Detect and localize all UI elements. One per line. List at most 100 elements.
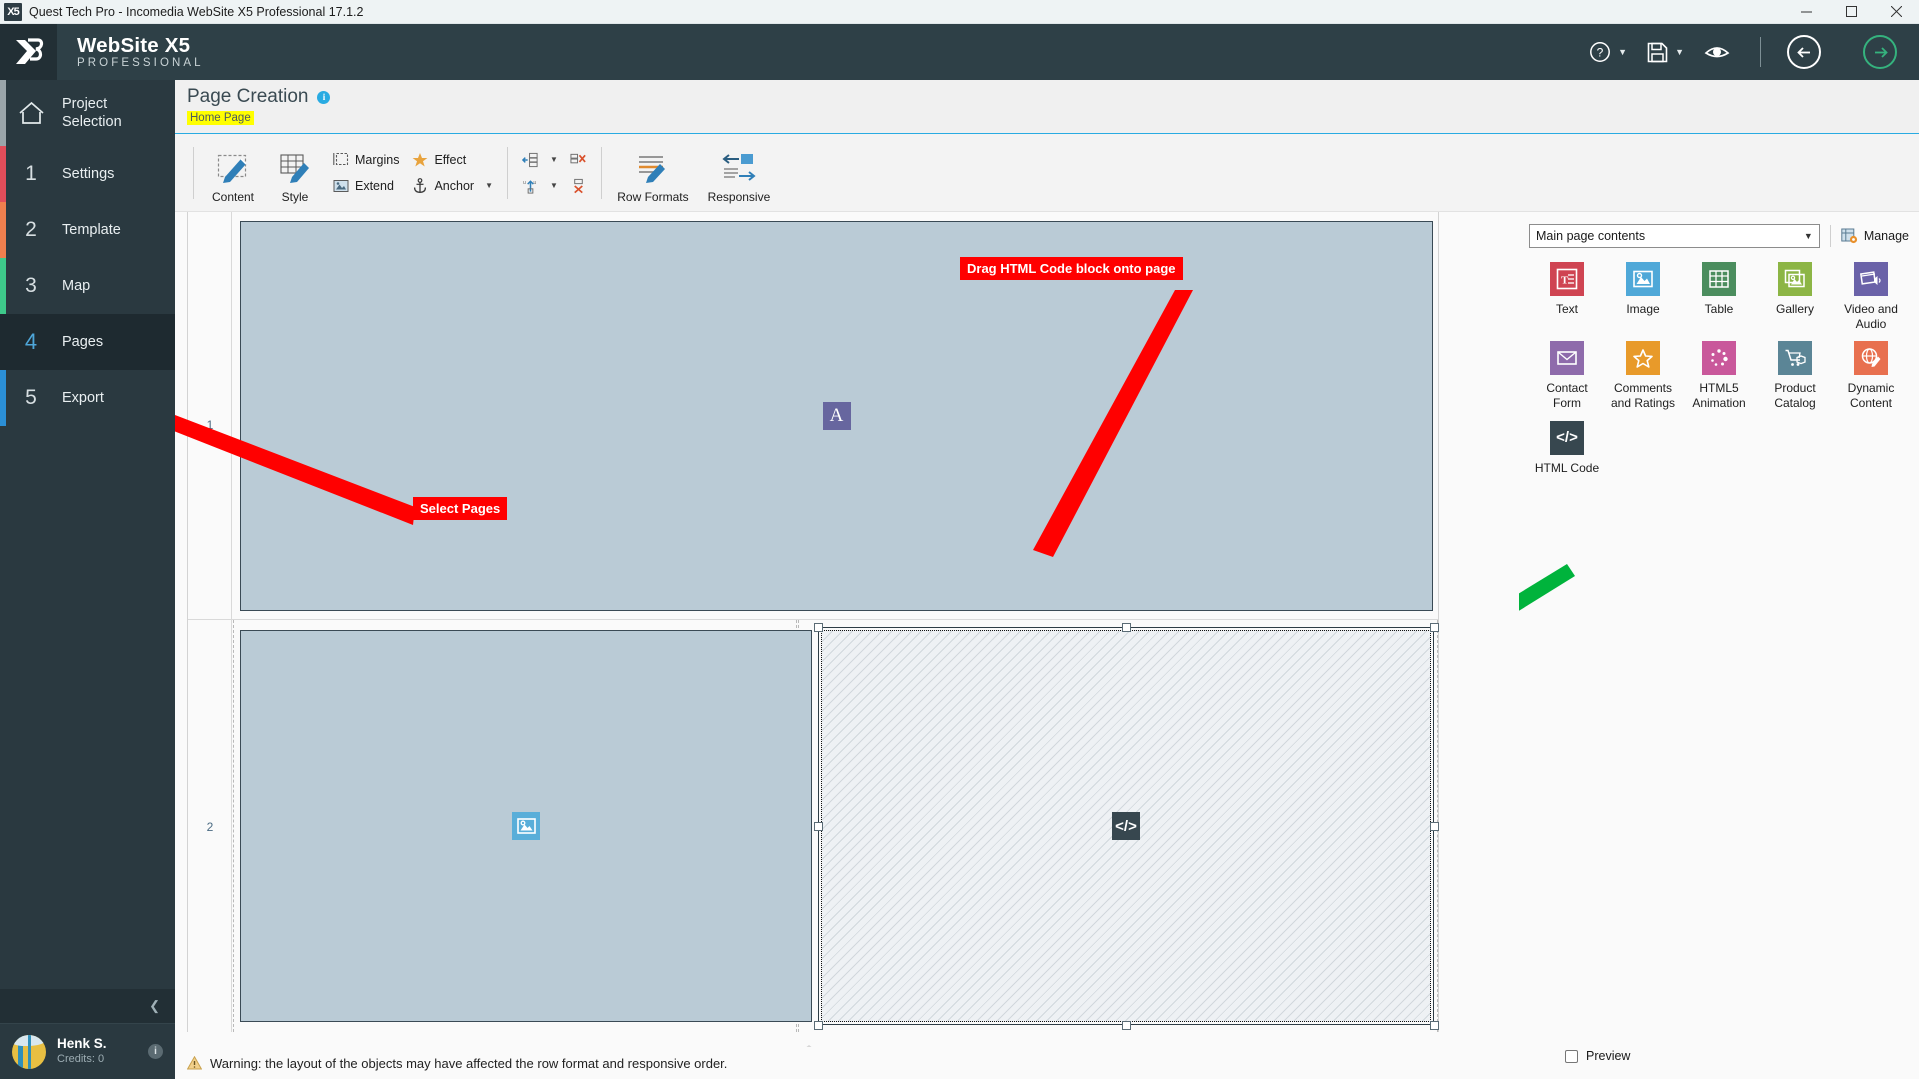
panel-divider	[1829, 225, 1831, 247]
html-marker: </>	[1112, 812, 1140, 840]
row-formats-button[interactable]: Row Formats	[610, 140, 696, 206]
effect-button[interactable]: Effect	[405, 148, 499, 171]
insert-cell-button[interactable]: ▼	[516, 148, 564, 171]
contents-panel-header: Main page contents ▼ Manage	[1529, 224, 1909, 248]
content-widgets-grid: T Text Image Table Gallery Video and Aud…	[1529, 262, 1909, 475]
star-icon	[1626, 341, 1660, 376]
resize-handle-bc[interactable]	[1122, 1021, 1131, 1030]
resize-handle-mr[interactable]	[1430, 822, 1439, 831]
cell-image-row2[interactable]	[240, 630, 812, 1022]
insert-row-button[interactable]: u u ▼	[516, 174, 564, 197]
info-icon[interactable]: i	[148, 1044, 163, 1059]
save-button[interactable]: ▼	[1637, 42, 1694, 63]
resize-handle-bl[interactable]	[814, 1021, 823, 1030]
cell-html-row2[interactable]: </>	[821, 630, 1431, 1022]
widget-video-audio[interactable]: Video and Audio	[1833, 262, 1909, 331]
row-number-2: 2	[206, 820, 214, 834]
back-arrow-icon	[1796, 46, 1810, 58]
save-icon	[1647, 42, 1668, 62]
widget-product-catalog[interactable]: Product Catalog	[1757, 341, 1833, 410]
widget-html-code[interactable]: </> HTML Code	[1529, 420, 1605, 476]
sidebar-item-map[interactable]: 3 Map	[0, 258, 175, 314]
sidebar-item-settings[interactable]: 1 Settings	[0, 146, 175, 202]
responsive-label: Responsive	[707, 189, 771, 204]
chevron-down-icon[interactable]: ▼	[550, 155, 558, 164]
user-account-bar[interactable]: Henk S. Credits: 0 i	[0, 1023, 175, 1079]
delete-row-button[interactable]	[564, 174, 593, 197]
widget-label: HTML Code	[1534, 460, 1600, 475]
delete-row-icon	[570, 177, 587, 194]
sidebar-item-export[interactable]: 5 Export	[0, 370, 175, 426]
page-canvas: 1 2 A </> Select Pages Drag HTML Code bl…	[175, 212, 1519, 1079]
extend-icon	[332, 177, 349, 194]
sidebar-item-pages[interactable]: 4 Pages	[0, 314, 175, 370]
widget-dynamic-content[interactable]: Dynamic Content	[1833, 341, 1909, 410]
next-arrow-icon	[1874, 46, 1888, 58]
effect-label: Effect	[434, 152, 467, 167]
next-button[interactable]	[1863, 35, 1897, 69]
cell-text-row1[interactable]: A	[240, 221, 1433, 611]
delete-cell-button[interactable]	[564, 148, 593, 171]
resize-handle-tl[interactable]	[814, 623, 823, 632]
widget-gallery[interactable]: Gallery	[1757, 262, 1833, 331]
main-area: Page Creation i Home Page Content Style …	[175, 80, 1919, 1079]
back-button[interactable]	[1787, 35, 1821, 69]
widget-image[interactable]: Image	[1605, 262, 1681, 331]
preview-button[interactable]	[1694, 42, 1740, 62]
user-meta: Henk S. Credits: 0	[57, 1036, 107, 1067]
widget-table[interactable]: Table	[1681, 262, 1757, 331]
accent-bar	[0, 258, 6, 314]
chevron-down-icon[interactable]: ▼	[550, 181, 558, 190]
extend-label: Extend	[355, 178, 394, 193]
chevron-down-icon[interactable]: ▼	[485, 181, 493, 190]
content-button[interactable]: Content	[202, 140, 264, 206]
widget-comments-ratings[interactable]: Comments and Ratings	[1605, 341, 1681, 410]
resize-handle-br[interactable]	[1430, 1021, 1439, 1030]
widget-text[interactable]: T Text	[1529, 262, 1605, 331]
page-contents-select[interactable]: Main page contents ▼	[1529, 224, 1820, 248]
header-toolbar: ? ▼ ▼	[1579, 35, 1919, 69]
anchor-button[interactable]: Anchor ▼	[405, 174, 499, 197]
svg-text:u: u	[523, 180, 526, 186]
preview-eye-icon	[1704, 47, 1730, 58]
accent-bar	[0, 314, 6, 370]
widget-html5-animation[interactable]: HTML5 Animation	[1681, 341, 1757, 410]
ribbon-divider	[600, 146, 602, 199]
resize-handle-tc[interactable]	[1122, 623, 1131, 632]
video-icon	[1854, 262, 1888, 296]
margins-button[interactable]: Margins	[326, 148, 405, 171]
widget-label: Text	[1555, 302, 1578, 316]
style-button[interactable]: Style	[264, 140, 326, 206]
page-title: Page Creation i	[187, 86, 1919, 108]
globe-pencil-icon	[1854, 341, 1888, 376]
chevron-down-icon: ▼	[1803, 231, 1813, 241]
responsive-button[interactable]: Responsive	[696, 140, 782, 206]
app-logo-icon: X5	[4, 2, 22, 21]
user-credits: Credits: 0	[57, 1053, 105, 1066]
sidebar: Project Selection 1 Settings 2 Template 3…	[0, 80, 175, 1079]
sidebar-item-label: Template	[62, 221, 121, 238]
sidebar-item-template[interactable]: 2 Template	[0, 202, 175, 258]
sidebar-item-project-selection[interactable]: Project Selection	[0, 80, 175, 146]
resize-handle-tr[interactable]	[1430, 623, 1439, 632]
warning-icon	[187, 1056, 202, 1070]
manage-icon	[1841, 228, 1857, 244]
close-button[interactable]	[1874, 0, 1919, 24]
manage-button[interactable]: Manage	[1841, 228, 1909, 244]
cart-icon	[1778, 341, 1812, 376]
minimize-button[interactable]	[1784, 0, 1829, 24]
preview-toggle-row: Preview	[1529, 1049, 1909, 1063]
text-icon: T	[1550, 262, 1584, 296]
info-icon[interactable]: i	[317, 90, 331, 104]
maximize-button[interactable]	[1829, 0, 1874, 24]
svg-text:?: ?	[1597, 46, 1604, 60]
extend-button[interactable]: Extend	[326, 174, 405, 197]
widget-label: Product Catalog	[1774, 381, 1816, 410]
widget-contact-form[interactable]: Contact Form	[1529, 341, 1605, 410]
resize-handle-ml[interactable]	[814, 822, 823, 831]
help-button[interactable]: ? ▼	[1579, 41, 1637, 63]
preview-checkbox[interactable]	[1565, 1049, 1578, 1063]
ribbon-group-effect: Effect Anchor ▼	[405, 140, 499, 206]
work-area: 1 2 A </> Select Pages Drag HTML Code bl…	[175, 212, 1919, 1079]
sidebar-collapse-button[interactable]: ❮	[0, 989, 175, 1023]
